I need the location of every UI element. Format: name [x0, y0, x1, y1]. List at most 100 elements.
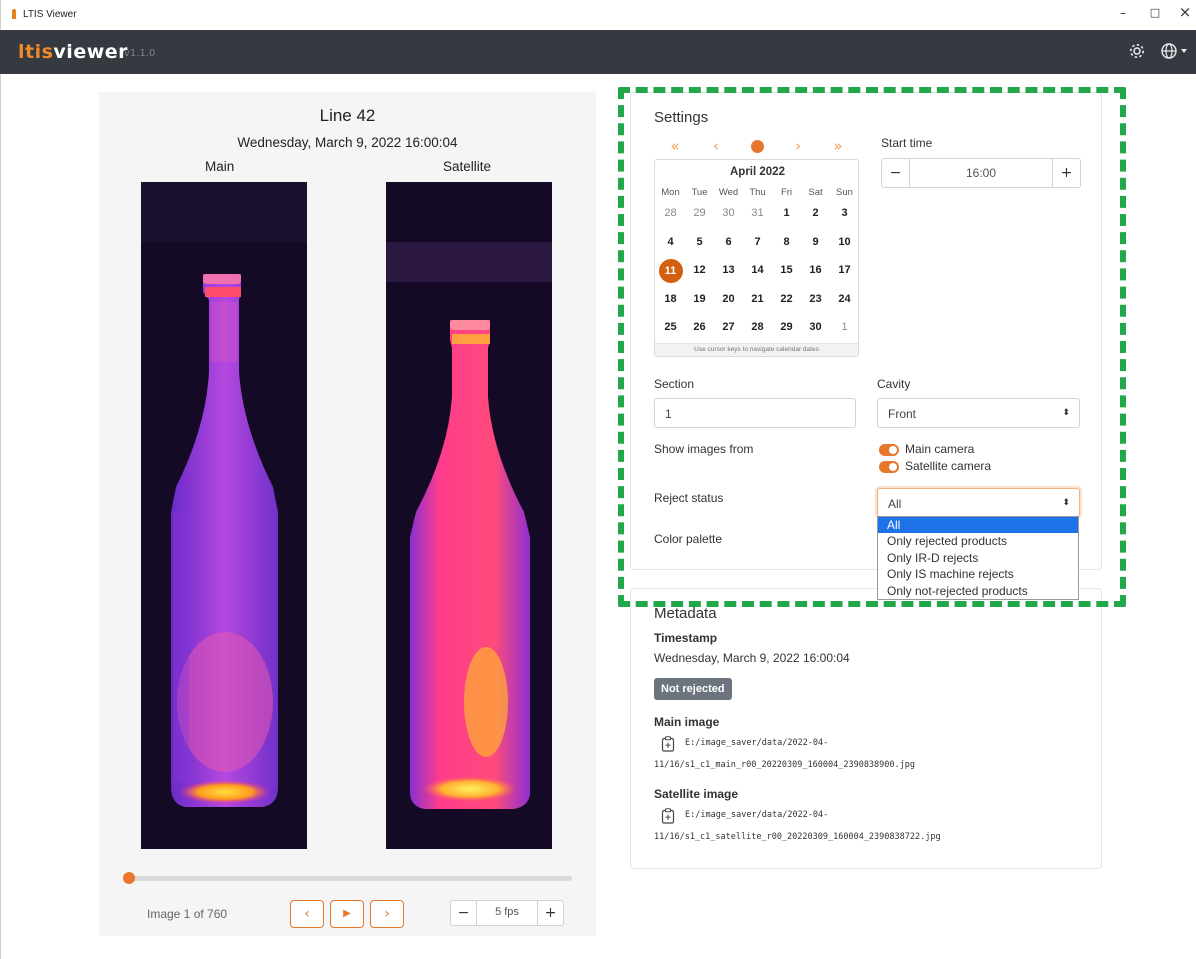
- maximize-button[interactable]: □: [1145, 6, 1165, 19]
- window-title: LTIS Viewer: [23, 9, 77, 20]
- calendar-day-number: 23: [809, 292, 822, 305]
- show-images-label: Show images from: [654, 442, 754, 456]
- main-camera-toggle[interactable]: [879, 444, 899, 456]
- next-year-button[interactable]: »: [828, 137, 848, 155]
- calendar-day[interactable]: 13: [714, 259, 743, 281]
- calendar-day[interactable]: 7: [743, 231, 772, 253]
- fps-increase-button[interactable]: +: [537, 901, 563, 925]
- calendar-day-number: 20: [722, 292, 735, 305]
- calendar-day[interactable]: 17: [830, 259, 859, 281]
- section-label: Section: [654, 377, 695, 391]
- timestamp-label: Timestamp: [654, 631, 718, 645]
- calendar-day[interactable]: 2: [801, 202, 830, 224]
- satellite-camera-toggle[interactable]: [879, 461, 899, 473]
- calendar-day[interactable]: 15: [772, 259, 801, 281]
- fps-value: 5 fps: [495, 906, 519, 918]
- start-time-value[interactable]: 16:00: [910, 166, 1052, 180]
- copy-to-clipboard-icon[interactable]: [661, 736, 675, 752]
- main-image-path-line2: 11/16/s1_c1_main_r00_20220309_160004_239…: [654, 760, 915, 770]
- calendar-day[interactable]: 20: [714, 288, 743, 310]
- start-time-label: Start time: [881, 136, 933, 150]
- reject-option-is-machine[interactable]: Only IS machine rejects: [878, 566, 1078, 582]
- start-time-decrease-button[interactable]: −: [882, 159, 910, 187]
- reject-status-select[interactable]: All ⬍: [877, 488, 1080, 517]
- calendar-day[interactable]: 31: [743, 202, 772, 224]
- calendar-day[interactable]: 29: [685, 202, 714, 224]
- calendar-day[interactable]: 5: [685, 231, 714, 253]
- playback-slider-thumb[interactable]: [123, 872, 135, 884]
- calendar-day-number: 8: [783, 235, 790, 248]
- calendar-day[interactable]: 21: [743, 288, 772, 310]
- calendar-day[interactable]: 28: [743, 316, 772, 338]
- calendar-day[interactable]: 23: [801, 288, 830, 310]
- previous-image-button[interactable]: ‹: [290, 900, 324, 928]
- next-image-button[interactable]: ›: [370, 900, 404, 928]
- calendar-day[interactable]: 30: [714, 202, 743, 224]
- calendar-day[interactable]: 3: [830, 202, 859, 224]
- calendar-day-number: 28: [664, 207, 677, 219]
- gear-icon[interactable]: [1128, 42, 1146, 65]
- calendar-day[interactable]: 19: [685, 288, 714, 310]
- calendar-day-selected[interactable]: 11: [656, 259, 685, 284]
- window-border: [0, 74, 1, 959]
- calendar-day[interactable]: 12: [685, 259, 714, 281]
- calendar-day-number: 31: [751, 207, 764, 219]
- start-time-stepper: − 16:00 +: [881, 158, 1081, 188]
- satellite-thermal-image: [386, 182, 552, 849]
- satellite-image-path-line2: 11/16/s1_c1_satellite_r00_20220309_16000…: [654, 832, 941, 842]
- calendar-day[interactable]: 27: [714, 316, 743, 338]
- date-calendar: April 2022 Mon Tue Wed Thu Fri Sat Sun 28 29 30 3…: [654, 159, 859, 357]
- calendar-day[interactable]: 10: [830, 231, 859, 253]
- reject-option-only-rejected[interactable]: Only rejected products: [878, 533, 1078, 549]
- minimize-button[interactable]: –: [1113, 6, 1133, 20]
- calendar-day[interactable]: 26: [685, 316, 714, 338]
- cavity-label: Cavity: [877, 377, 911, 391]
- calendar-day[interactable]: 4: [656, 231, 685, 253]
- reject-option-ir-d[interactable]: Only IR-D rejects: [878, 550, 1078, 566]
- language-menu[interactable]: [1160, 42, 1190, 65]
- start-time-increase-button[interactable]: +: [1052, 159, 1080, 187]
- reject-option-not-rejected[interactable]: Only not-rejected products: [878, 583, 1078, 599]
- playback-slider-track[interactable]: [127, 876, 572, 881]
- calendar-day[interactable]: 16: [801, 259, 830, 281]
- prev-month-button[interactable]: ‹: [706, 137, 726, 155]
- next-month-button[interactable]: ›: [788, 137, 808, 155]
- calendar-day[interactable]: 22: [772, 288, 801, 310]
- calendar-day[interactable]: 28: [656, 202, 685, 224]
- calendar-day[interactable]: 1: [830, 316, 859, 338]
- cavity-select[interactable]: Front ⬍: [877, 398, 1080, 428]
- calendar-day[interactable]: 8: [772, 231, 801, 253]
- reject-status-value: All: [888, 497, 902, 511]
- calendar-day-number: 18: [664, 292, 677, 305]
- brand-logo[interactable]: ltisviewer: [18, 41, 128, 63]
- globe-icon: [1161, 43, 1187, 59]
- brand-part-viewer: viewer: [53, 41, 129, 63]
- image-counter: Image 1 of 760: [147, 907, 228, 921]
- calendar-day[interactable]: 18: [656, 288, 685, 310]
- calendar-day[interactable]: 9: [801, 231, 830, 253]
- calendar-day[interactable]: 1: [772, 202, 801, 224]
- copy-to-clipboard-icon[interactable]: [661, 808, 675, 824]
- calendar-day[interactable]: 30: [801, 316, 830, 338]
- calendar-day-number: 7: [754, 235, 761, 248]
- main-camera-label: Main: [205, 159, 235, 174]
- app-logo-icon: [12, 9, 16, 19]
- calendar-weekday: Tue: [691, 187, 708, 198]
- current-month-button[interactable]: [751, 140, 764, 153]
- calendar-day-number: 12: [693, 264, 706, 277]
- play-button[interactable]: ▶: [330, 900, 364, 928]
- calendar-day-number: 24: [838, 292, 851, 305]
- calendar-day[interactable]: 29: [772, 316, 801, 338]
- satellite-camera-toggle-label: Satellite camera: [905, 459, 992, 473]
- section-input[interactable]: 1: [654, 398, 856, 428]
- close-button[interactable]: ×: [1175, 3, 1195, 21]
- calendar-day[interactable]: 24: [830, 288, 859, 310]
- calendar-day[interactable]: 6: [714, 231, 743, 253]
- calendar-day-number: 30: [722, 207, 735, 219]
- calendar-day[interactable]: 25: [656, 316, 685, 338]
- fps-decrease-button[interactable]: −: [451, 901, 477, 925]
- reject-option-all[interactable]: All: [878, 517, 1078, 534]
- prev-year-button[interactable]: «: [665, 137, 685, 155]
- calendar-day[interactable]: 14: [743, 259, 772, 281]
- calendar-day-number: 3: [841, 207, 848, 219]
